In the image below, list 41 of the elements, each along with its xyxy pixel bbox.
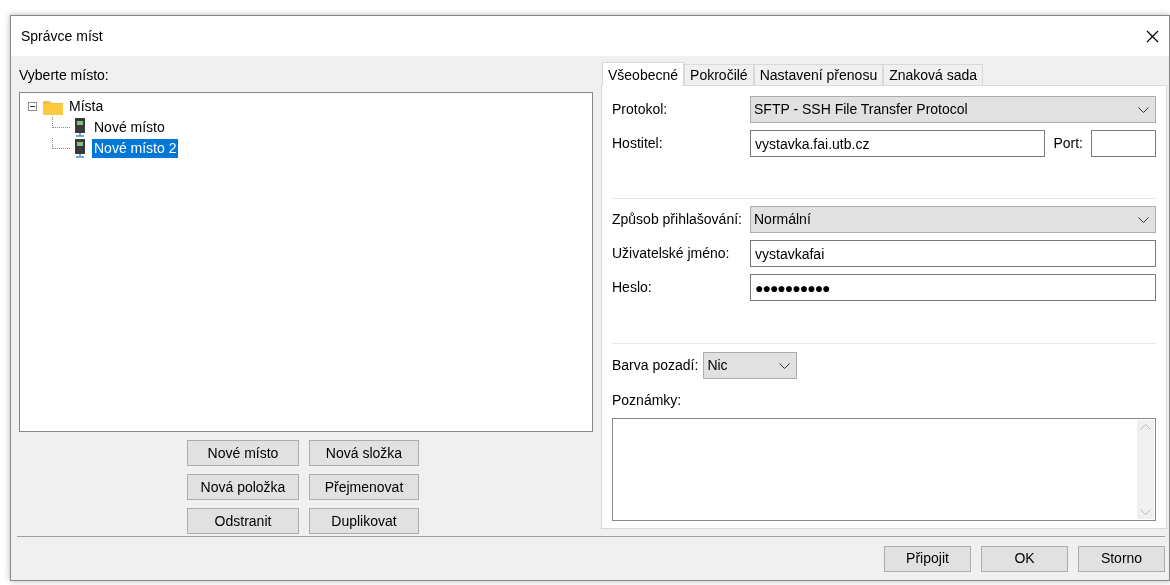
tree-action-button[interactable]: Nové místo: [187, 440, 299, 466]
tab[interactable]: Pokročilé: [684, 64, 754, 85]
chevron-icon: [779, 362, 791, 369]
tree-item[interactable]: Místa: [67, 97, 106, 116]
field-label: Poznámky:: [612, 391, 682, 410]
chevron-icon: [1138, 106, 1149, 113]
background-color-select[interactable]: Nic: [703, 352, 798, 379]
host-field[interactable]: vystavka.fai.utb.cz: [750, 130, 1046, 157]
server-icon: [74, 118, 86, 137]
tree-action-button[interactable]: Duplikovat: [309, 508, 419, 534]
port-field[interactable]: [1091, 130, 1156, 157]
field-label: Port:: [1053, 134, 1083, 153]
tree-item[interactable]: Nové místo 2: [92, 139, 179, 158]
tab[interactable]: Nastavení přenosu: [753, 64, 884, 85]
dialog-button[interactable]: OK: [981, 545, 1068, 572]
folder-icon: [43, 98, 63, 115]
tab[interactable]: Znaková sada: [883, 64, 984, 85]
tab[interactable]: Všeobecné: [602, 62, 685, 86]
field-label: Hostitel:: [612, 134, 664, 153]
field-label: Protokol:: [612, 100, 669, 119]
window-title: Správce míst: [21, 26, 103, 46]
server-icon: [74, 139, 86, 158]
tree-action-button[interactable]: Odstranit: [187, 508, 299, 534]
chevron-icon: [1138, 216, 1149, 223]
field-label: Barva pozadí:: [612, 356, 699, 375]
username-field[interactable]: vystavkafai: [750, 240, 1156, 267]
tree-action-button[interactable]: Nová položka: [187, 474, 299, 500]
password-field[interactable]: ●●●●●●●●●●: [750, 274, 1156, 301]
collapse-icon[interactable]: [28, 102, 37, 111]
dialog-button[interactable]: Připojit: [884, 545, 971, 572]
tree-action-button[interactable]: Přejmenovat: [309, 474, 419, 500]
field-label: Způsob přihlašování:: [612, 210, 743, 229]
tree-action-button[interactable]: Nová složka: [309, 440, 419, 466]
field-label: Heslo:: [612, 278, 653, 297]
close-icon[interactable]: [1146, 29, 1159, 43]
tree-label: Vyberte místo:: [19, 66, 109, 85]
field-label: Uživatelské jméno:: [612, 244, 731, 263]
protocol-select[interactable]: SFTP - SSH File Transfer Protocol: [750, 96, 1156, 123]
dialog-button[interactable]: Storno: [1078, 545, 1165, 572]
tree-item[interactable]: Nové místo: [92, 118, 167, 137]
logon-type-select[interactable]: Normální: [750, 206, 1156, 233]
